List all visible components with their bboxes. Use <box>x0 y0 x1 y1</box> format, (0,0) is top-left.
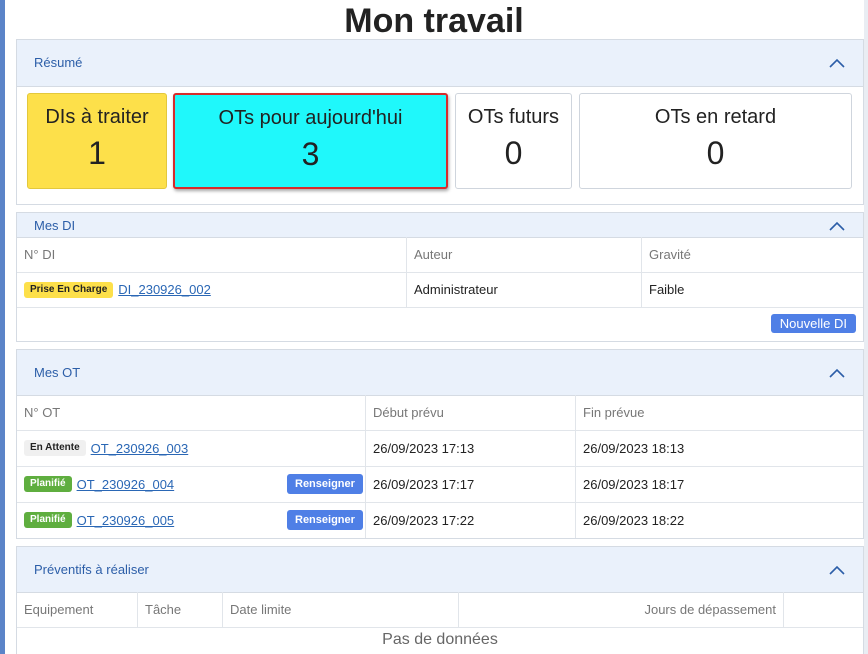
card-value: 0 <box>706 135 725 171</box>
col-header-empty <box>783 592 863 627</box>
left-edge-strip <box>0 0 5 654</box>
col-header-gravite[interactable]: Gravité <box>641 237 863 272</box>
mes-di-panel: Mes DI N° DI Auteur Gravité Prise En Cha… <box>16 212 864 342</box>
di-auteur-cell: Administrateur <box>406 272 641 307</box>
table-row[interactable]: En Attente OT_230926_003 26/09/2023 17:1… <box>17 430 863 467</box>
di-gravite-cell: Faible <box>641 272 863 307</box>
table-row[interactable]: Prise En Charge DI_230926_002 Administra… <box>17 272 863 308</box>
ot-debut-cell: 26/09/2023 17:17 <box>365 466 575 502</box>
col-header-fin-prevue[interactable]: Fin prévue <box>575 395 863 430</box>
renseigner-button[interactable]: Renseigner <box>287 474 363 494</box>
empty-state-text: Pas de données <box>382 631 498 648</box>
card-value: 3 <box>301 136 320 172</box>
renseigner-button[interactable]: Renseigner <box>287 510 363 530</box>
col-header-debut-prevu[interactable]: Début prévu <box>365 395 575 430</box>
col-header-num-di[interactable]: N° DI <box>17 237 406 272</box>
table-row[interactable]: Planifié OT_230926_005 Renseigner 26/09/… <box>17 502 863 538</box>
ot-fin-cell: 26/09/2023 18:13 <box>575 430 863 466</box>
resume-panel-header[interactable]: Résumé <box>17 40 863 87</box>
right-scrollbar-track[interactable] <box>864 0 868 654</box>
ot-fin-cell: 26/09/2023 18:22 <box>575 502 863 538</box>
ot-link[interactable]: OT_230926_005 <box>77 513 175 528</box>
di-link[interactable]: DI_230926_002 <box>118 282 211 297</box>
card-value: 1 <box>88 135 106 171</box>
status-badge: Prise En Charge <box>24 281 114 298</box>
col-header-jours-depassement[interactable]: Jours de dépassement <box>458 592 783 627</box>
card-ots-futurs[interactable]: OTs futurs 0 <box>455 93 572 189</box>
card-value: 0 <box>504 135 523 171</box>
mes-di-header-row: N° DI Auteur Gravité <box>17 237 863 273</box>
chevron-up-icon[interactable] <box>829 565 845 575</box>
ot-debut-cell: 26/09/2023 17:13 <box>365 430 575 466</box>
mes-di-panel-header[interactable]: Mes DI <box>17 213 863 238</box>
status-badge: En Attente <box>24 440 86 456</box>
ot-debut-cell: 26/09/2023 17:22 <box>365 502 575 538</box>
col-header-equipement[interactable]: Equipement <box>17 592 137 627</box>
status-badge: Planifié <box>24 476 72 492</box>
card-dis-a-traiter[interactable]: DIs à traiter 1 <box>27 93 167 189</box>
card-label: OTs pour aujourd'hui <box>218 107 403 129</box>
mes-di-panel-title: Mes DI <box>34 218 76 233</box>
col-header-auteur[interactable]: Auteur <box>406 237 641 272</box>
di-id-cell: Prise En Charge DI_230926_002 <box>17 272 406 307</box>
preventifs-panel-header[interactable]: Préventifs à réaliser <box>17 547 863 593</box>
status-badge: Planifié <box>24 512 72 528</box>
preventifs-header-row: Equipement Tâche Date limite Jours de dé… <box>17 592 863 628</box>
card-label: OTs en retard <box>654 106 777 128</box>
mes-ot-panel-header[interactable]: Mes OT <box>17 350 863 396</box>
mes-ot-panel: Mes OT N° OT Début prévu Fin prévue En A… <box>16 349 864 539</box>
ot-id-cell: En Attente OT_230926_003 <box>17 430 365 466</box>
chevron-up-icon[interactable] <box>829 58 845 68</box>
mes-ot-panel-title: Mes OT <box>34 365 81 380</box>
mes-ot-header-row: N° OT Début prévu Fin prévue <box>17 395 863 431</box>
col-header-date-limite[interactable]: Date limite <box>222 592 458 627</box>
ot-fin-cell: 26/09/2023 18:17 <box>575 466 863 502</box>
preventifs-panel: Préventifs à réaliser Equipement Tâche D… <box>16 546 864 654</box>
card-label: OTs futurs <box>467 106 560 128</box>
card-label: DIs à traiter <box>45 106 149 128</box>
nouvelle-di-button[interactable]: Nouvelle DI <box>770 314 856 333</box>
resume-panel-title: Résumé <box>34 55 83 70</box>
page-title: Mon travail <box>344 2 524 40</box>
table-row[interactable]: Planifié OT_230926_004 Renseigner 26/09/… <box>17 466 863 503</box>
ot-link[interactable]: OT_230926_003 <box>91 441 189 456</box>
chevron-up-icon[interactable] <box>829 368 845 378</box>
ot-id-cell: Planifié OT_230926_005 Renseigner <box>17 502 365 538</box>
col-header-num-ot[interactable]: N° OT <box>17 395 365 430</box>
card-ots-aujourdhui[interactable]: OTs pour aujourd'hui 3 <box>173 93 448 189</box>
chevron-up-icon[interactable] <box>829 221 845 231</box>
card-ots-en-retard[interactable]: OTs en retard 0 <box>579 93 852 189</box>
ot-link[interactable]: OT_230926_004 <box>77 477 175 492</box>
col-header-tache[interactable]: Tâche <box>137 592 222 627</box>
preventifs-panel-title: Préventifs à réaliser <box>34 562 149 577</box>
ot-id-cell: Planifié OT_230926_004 Renseigner <box>17 466 365 502</box>
